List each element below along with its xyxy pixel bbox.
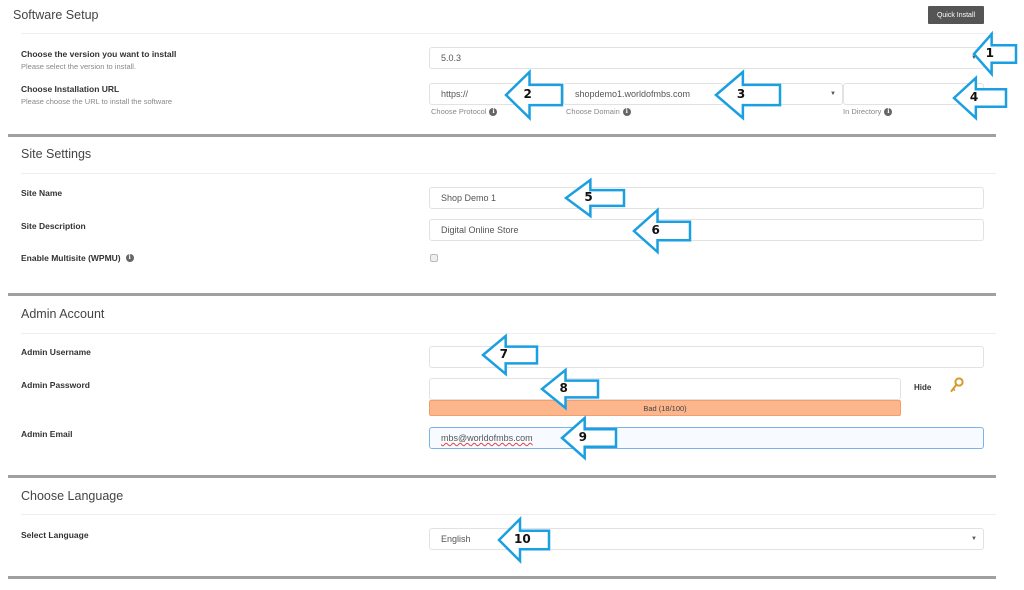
callout-number: 6 — [651, 223, 660, 237]
site-description-value: Digital Online Store — [441, 225, 519, 235]
callout-arrow-9: 9 — [560, 415, 618, 461]
callout-arrow-3: 3 — [714, 69, 782, 121]
title-rule — [21, 173, 996, 174]
arrow-left-icon — [632, 207, 692, 255]
protocol-hint: Choose Protocol i — [431, 107, 498, 116]
language-value: English — [441, 534, 471, 544]
arrow-left-icon — [560, 415, 618, 461]
domain-value: shopdemo1.worldofmbs.com — [575, 89, 691, 99]
site-name-label: Site Name — [21, 188, 63, 198]
info-icon[interactable]: i — [622, 107, 631, 116]
arrow-left-icon — [972, 30, 1018, 78]
version-label: Choose the version you want to install — [21, 49, 177, 59]
section-divider — [8, 293, 996, 296]
arrow-left-icon — [563, 177, 626, 219]
directory-hint: In Directory i — [843, 107, 893, 116]
domain-hint-text: Choose Domain — [566, 107, 620, 116]
callout-arrow-6: 6 — [632, 207, 692, 255]
callout-number: 3 — [736, 87, 746, 101]
callout-arrow-2: 2 — [504, 69, 564, 121]
arrow-left-icon — [952, 75, 1008, 121]
site-description-label: Site Description — [21, 221, 86, 231]
section-divider — [8, 475, 996, 478]
section-title-site-settings: Site Settings — [21, 147, 92, 161]
chevron-down-icon: ▼ — [971, 536, 977, 542]
callout-arrow-7: 7 — [481, 333, 539, 377]
section-title-admin-account: Admin Account — [21, 307, 105, 321]
callout-arrow-1: 1 — [972, 30, 1018, 78]
chevron-down-icon: ▼ — [830, 91, 836, 97]
admin-username-label: Admin Username — [21, 347, 91, 357]
arrow-left-icon — [504, 69, 564, 121]
site-name-input[interactable]: Shop Demo 1 — [429, 187, 984, 209]
section-divider — [8, 134, 996, 137]
callout-number: 9 — [578, 430, 588, 444]
multisite-label-text: Enable Multisite (WPMU) — [21, 253, 121, 263]
section-title-software-setup: Software Setup — [13, 8, 99, 22]
hide-password-link[interactable]: Hide — [914, 383, 931, 392]
version-select[interactable]: 5.0.3 ▼ — [429, 47, 984, 69]
url-label: Choose Installation URL — [21, 84, 120, 94]
site-name-value: Shop Demo 1 — [441, 193, 497, 203]
admin-email-value: mbs@worldofmbs.com — [441, 433, 533, 443]
directory-hint-text: In Directory — [843, 107, 882, 116]
callout-number: 8 — [559, 381, 568, 395]
key-icon[interactable] — [950, 377, 964, 393]
callout-number: 2 — [523, 87, 532, 101]
info-icon[interactable]: i — [489, 107, 498, 116]
callout-number: 5 — [584, 190, 593, 204]
protocol-value: https:// — [441, 89, 469, 99]
admin-password-label: Admin Password — [21, 380, 90, 390]
admin-password-input[interactable] — [429, 378, 901, 400]
multisite-label: Enable Multisite (WPMU) i — [21, 253, 134, 263]
site-description-input[interactable]: Digital Online Store — [429, 219, 984, 241]
info-icon[interactable]: i — [884, 107, 893, 116]
callout-number: 4 — [969, 90, 979, 104]
password-strength-bar: Bad (18/100) — [429, 400, 901, 416]
url-sublabel: Please choose the URL to install the sof… — [21, 97, 173, 106]
arrow-left-icon — [714, 69, 782, 121]
admin-email-label: Admin Email — [21, 429, 73, 439]
select-language-label: Select Language — [21, 530, 89, 540]
callout-number: 1 — [985, 46, 994, 60]
admin-email-input[interactable]: mbs@worldofmbs.com — [429, 427, 984, 449]
domain-select[interactable]: shopdemo1.worldofmbs.com ▼ — [563, 83, 843, 105]
callout-arrow-4: 4 — [952, 75, 1008, 121]
arrow-left-icon — [481, 333, 539, 377]
callout-arrow-8: 8 — [540, 367, 600, 411]
version-value: 5.0.3 — [441, 53, 462, 63]
arrow-left-icon — [540, 367, 600, 411]
callout-arrow-10: 10 — [497, 515, 551, 565]
section-title-language: Choose Language — [21, 489, 124, 503]
protocol-hint-text: Choose Protocol — [431, 107, 487, 116]
version-sublabel: Please select the version to install. — [21, 62, 137, 71]
callout-number: 7 — [499, 347, 509, 361]
multisite-checkbox[interactable] — [430, 254, 438, 262]
callout-number: 10 — [514, 532, 531, 546]
quick-install-button[interactable]: Quick Install — [928, 6, 984, 24]
title-rule — [21, 33, 996, 34]
password-strength-text: Bad (18/100) — [643, 403, 687, 413]
title-rule — [21, 514, 996, 515]
domain-hint: Choose Domain i — [566, 107, 631, 116]
section-divider — [8, 576, 996, 579]
callout-arrow-5: 5 — [563, 177, 626, 219]
info-icon[interactable]: i — [125, 254, 134, 262]
title-rule — [21, 333, 996, 334]
